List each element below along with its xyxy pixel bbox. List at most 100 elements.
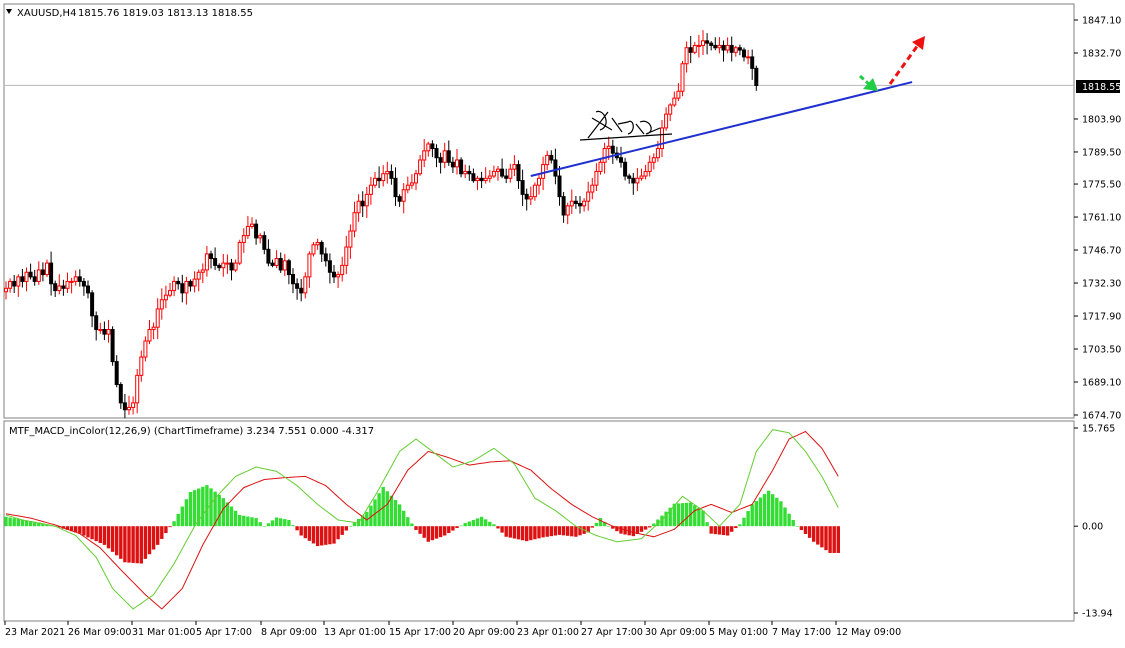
candle-body[interactable] — [327, 260, 332, 273]
candle-body[interactable] — [713, 44, 718, 49]
candle-body[interactable] — [352, 212, 357, 232]
candle-body[interactable] — [229, 262, 234, 271]
candle-body[interactable] — [692, 44, 697, 53]
candle-body[interactable] — [737, 47, 742, 51]
candle-body[interactable] — [725, 44, 730, 51]
candle-body[interactable] — [303, 276, 308, 294]
candle-body[interactable] — [746, 56, 751, 59]
candle-body[interactable] — [86, 285, 90, 294]
candle-body[interactable] — [598, 161, 603, 172]
candle-body[interactable] — [516, 164, 521, 182]
candle-body[interactable] — [471, 173, 476, 182]
candle-body[interactable] — [696, 44, 701, 47]
candle-body[interactable] — [139, 356, 144, 376]
candle-body[interactable] — [705, 40, 710, 44]
candle-body[interactable] — [254, 223, 259, 239]
candle-body[interactable] — [553, 159, 558, 177]
candle-body[interactable] — [319, 241, 324, 255]
candle-body[interactable] — [274, 258, 279, 266]
candle-body[interactable] — [610, 145, 615, 154]
candle-body[interactable] — [159, 299, 164, 310]
candle-body[interactable] — [602, 148, 607, 163]
candle-body[interactable] — [163, 294, 168, 301]
candle-body[interactable] — [619, 157, 623, 163]
candle-body[interactable] — [397, 196, 402, 202]
candle-body[interactable] — [270, 262, 275, 266]
candle-body[interactable] — [311, 244, 316, 255]
candle-body[interactable] — [545, 154, 550, 166]
candle-body[interactable] — [438, 157, 443, 163]
candle-body[interactable] — [418, 159, 423, 175]
candle-body[interactable] — [688, 47, 693, 53]
candle-body[interactable] — [385, 170, 390, 175]
candle-body[interactable] — [20, 276, 25, 282]
candle-body[interactable] — [430, 143, 435, 150]
candle-body[interactable] — [73, 276, 78, 282]
candle-body[interactable] — [32, 276, 37, 282]
candle-body[interactable] — [225, 262, 230, 265]
candle-body[interactable] — [81, 280, 86, 287]
candle-body[interactable] — [381, 173, 386, 182]
candle-body[interactable] — [483, 177, 488, 182]
candle-body[interactable] — [528, 196, 533, 200]
candle-body[interactable] — [40, 269, 45, 276]
candle-body[interactable] — [500, 168, 505, 177]
candle-body[interactable] — [196, 271, 201, 280]
candle-body[interactable] — [127, 406, 131, 411]
candle-body[interactable] — [660, 127, 664, 150]
candle-body[interactable] — [754, 67, 759, 86]
candle-body[interactable] — [721, 44, 726, 51]
candle-body[interactable] — [504, 175, 509, 179]
candle-body[interactable] — [680, 63, 685, 92]
candle-body[interactable] — [373, 177, 377, 186]
candle-body[interactable] — [750, 56, 755, 69]
candle-body[interactable] — [569, 200, 574, 207]
candle-body[interactable] — [565, 205, 570, 216]
candle-body[interactable] — [639, 175, 644, 179]
candle-body[interactable] — [487, 175, 492, 179]
candle-body[interactable] — [635, 177, 640, 184]
candle-body[interactable] — [237, 241, 242, 264]
candle-body[interactable] — [282, 260, 287, 271]
candle-body[interactable] — [578, 203, 582, 207]
candle-body[interactable] — [590, 184, 595, 193]
candle-body[interactable] — [401, 189, 406, 202]
candle-body[interactable] — [520, 180, 525, 195]
candle-body[interactable] — [180, 283, 185, 294]
candle-body[interactable] — [8, 280, 13, 289]
candle-body[interactable] — [147, 329, 152, 342]
candle-body[interactable] — [65, 280, 70, 289]
candle-body[interactable] — [532, 184, 537, 198]
candle-body[interactable] — [106, 329, 111, 335]
candle-body[interactable] — [647, 161, 652, 172]
candle-body[interactable] — [709, 42, 714, 46]
candle-body[interactable] — [53, 283, 58, 292]
candle-body[interactable] — [49, 262, 54, 285]
candle-body[interactable] — [155, 308, 160, 328]
candle-body[interactable] — [393, 177, 398, 198]
candle-body[interactable] — [344, 246, 349, 266]
candle-body[interactable] — [561, 196, 566, 216]
candle-body[interactable] — [110, 329, 115, 363]
candle-body[interactable] — [594, 170, 599, 186]
candle-body[interactable] — [442, 150, 447, 163]
candle-body[interactable] — [364, 193, 369, 207]
candle-body[interactable] — [217, 264, 222, 269]
candle-body[interactable] — [348, 230, 353, 248]
candle-body[interactable] — [336, 274, 341, 278]
candle-body[interactable] — [122, 402, 127, 411]
candle-body[interactable] — [188, 280, 193, 287]
candle-body[interactable] — [467, 170, 472, 175]
chart-svg[interactable]: 1847.10 1832.70 1803.90 1789.50 1775.50 1761.… — [0, 0, 1125, 644]
candle-body[interactable] — [631, 177, 636, 184]
candle-body[interactable] — [94, 315, 99, 331]
candle-body[interactable] — [332, 271, 336, 278]
candle-body[interactable] — [512, 164, 517, 170]
candle-body[interactable] — [742, 49, 746, 58]
candle-body[interactable] — [655, 148, 660, 159]
candle-body[interactable] — [192, 278, 197, 287]
candle-body[interactable] — [459, 159, 464, 175]
candle-body[interactable] — [450, 161, 455, 168]
candle-body[interactable] — [455, 159, 459, 168]
candle-body[interactable] — [16, 276, 21, 287]
